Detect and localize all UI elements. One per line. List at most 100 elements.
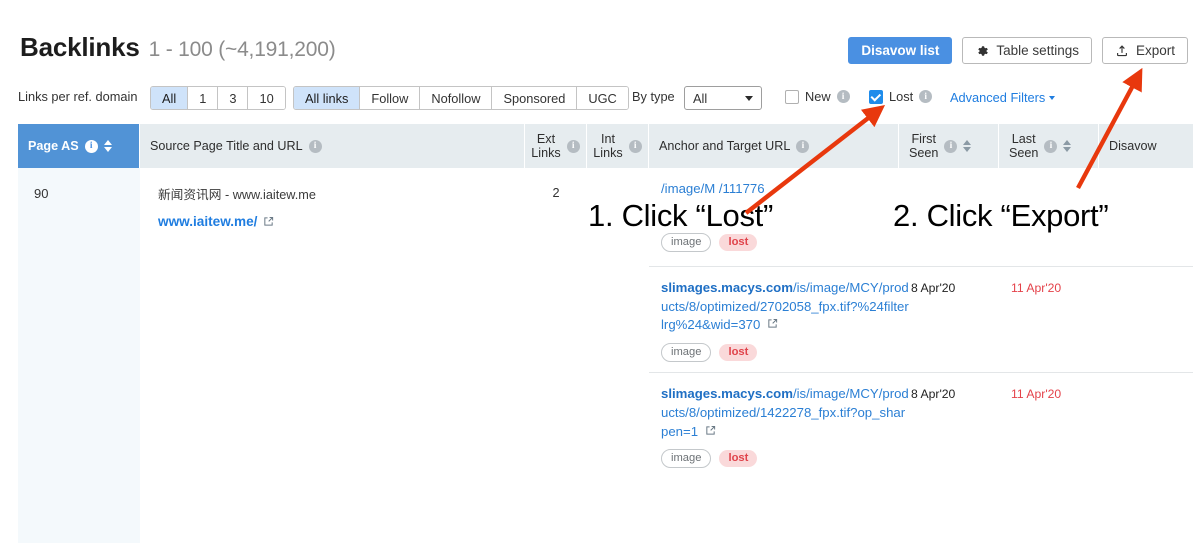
column-header-page-as-label: Page AS bbox=[28, 139, 79, 153]
column-header-last-seen[interactable]: Last Seen i bbox=[999, 124, 1099, 168]
table-settings-button[interactable]: Table settings bbox=[962, 37, 1092, 64]
column-header-first-seen[interactable]: First Seen i bbox=[899, 124, 999, 168]
new-checkbox-box[interactable] bbox=[785, 89, 799, 104]
column-header-ext-links: Ext Links i bbox=[525, 124, 587, 168]
column-header-anchor: Anchor and Target URL i bbox=[649, 124, 899, 168]
cell-source: 新闻资讯网 - www.iaitew.me www.iaitew.me/ bbox=[140, 168, 525, 543]
lost-filter-checkbox[interactable]: Lost i bbox=[869, 89, 933, 104]
table-settings-label: Table settings bbox=[996, 42, 1079, 58]
ext-links-value: 2 bbox=[552, 186, 560, 200]
cell-ext-links: 2 bbox=[525, 168, 587, 543]
filter-bar: Links per ref. domain All 1 3 10 All lin… bbox=[0, 82, 1200, 118]
sort-arrows-icon[interactable] bbox=[103, 140, 112, 152]
external-link-icon[interactable] bbox=[263, 216, 274, 227]
cell-page-as: 90 bbox=[18, 168, 140, 543]
info-icon[interactable]: i bbox=[1044, 139, 1058, 153]
link-type-segmented[interactable]: All links Follow Nofollow Sponsored UGC bbox=[293, 86, 629, 110]
advanced-filters-label: Advanced Filters bbox=[950, 90, 1046, 105]
badge-link-type: image bbox=[661, 232, 712, 252]
header-actions: Disavow list Table settings Export bbox=[848, 37, 1188, 64]
export-label: Export bbox=[1135, 42, 1175, 58]
link-type-option-nofollow[interactable]: Nofollow bbox=[420, 87, 493, 109]
link-type-option-follow[interactable]: Follow bbox=[360, 87, 421, 109]
page-title: Backlinks 1 - 100 (~4,191,200) bbox=[20, 32, 336, 63]
target-url-link[interactable]: /image/M /111776 bbox=[661, 180, 911, 199]
anchor-entry-first-seen: 8 Apr'20 bbox=[911, 281, 956, 295]
upload-icon bbox=[1115, 44, 1129, 58]
anchor-entry-last-seen: 11 Apr'20 bbox=[1011, 281, 1062, 295]
table-header-row: Page AS i Source Page Title and URL i Ex… bbox=[18, 124, 1193, 168]
new-filter-checkbox[interactable]: New i bbox=[785, 89, 850, 104]
info-icon[interactable]: i bbox=[919, 90, 933, 103]
sort-arrows-icon[interactable] bbox=[1063, 140, 1072, 152]
by-type-value: All bbox=[693, 90, 708, 106]
column-header-anchor-label: Anchor and Target URL bbox=[659, 139, 791, 153]
source-page-title: 新闻资讯网 - www.iaitew.me bbox=[158, 188, 316, 202]
target-url-domain: slimages.macys.com bbox=[661, 386, 793, 402]
info-icon[interactable]: i bbox=[84, 139, 98, 153]
lost-checkbox-box[interactable] bbox=[869, 89, 883, 104]
chevron-down-icon bbox=[1049, 95, 1056, 100]
by-type-select[interactable]: All bbox=[684, 86, 762, 110]
anchor-entry-first-seen: 8 Apr'20 bbox=[911, 387, 956, 402]
badge-status: lost bbox=[719, 344, 758, 362]
disavow-list-button[interactable]: Disavow list bbox=[848, 37, 953, 64]
badge-link-type: image bbox=[661, 343, 712, 363]
links-per-domain-label: Links per ref. domain bbox=[18, 89, 138, 104]
info-icon[interactable]: i bbox=[944, 139, 958, 153]
links-per-domain-segmented[interactable]: All 1 3 10 bbox=[150, 86, 286, 110]
column-header-int-links-label: Int Links bbox=[593, 131, 623, 160]
page-as-value: 90 bbox=[34, 186, 49, 201]
anchor-entry-badges: image lost bbox=[661, 343, 911, 363]
column-header-source: Source Page Title and URL i bbox=[140, 124, 525, 168]
links-per-domain-option-1[interactable]: 1 bbox=[188, 87, 219, 109]
sort-arrows-icon[interactable] bbox=[963, 140, 972, 152]
column-header-disavow-label: Disavow bbox=[1109, 139, 1157, 153]
column-header-first-seen-label: First Seen bbox=[909, 131, 939, 160]
new-checkbox-label: New bbox=[805, 89, 831, 104]
anchor-entry: slimages.macys.com/is/image/MCY/products… bbox=[649, 372, 1193, 478]
anchor-entry-main: slimages.macys.com/is/image/MCY/products… bbox=[661, 385, 911, 469]
links-per-domain-option-10[interactable]: 10 bbox=[248, 87, 285, 109]
anchor-entry-main: slimages.macys.com/is/image/MCY/products… bbox=[661, 279, 911, 363]
disavow-list-label: Disavow list bbox=[861, 42, 940, 58]
link-type-option-sponsored[interactable]: Sponsored bbox=[492, 87, 578, 109]
links-per-domain-option-3[interactable]: 3 bbox=[218, 87, 249, 109]
export-button[interactable]: Export bbox=[1101, 37, 1188, 64]
external-link-icon[interactable] bbox=[767, 318, 778, 329]
links-per-domain-option-all[interactable]: All bbox=[151, 87, 189, 109]
anchor-entry-badges: image lost bbox=[661, 232, 911, 252]
target-url-path: /image/M /111776 bbox=[661, 181, 765, 196]
page-title-main: Backlinks bbox=[20, 32, 140, 62]
column-header-int-links: Int Links i bbox=[587, 124, 649, 168]
advanced-filters-link[interactable]: Advanced Filters bbox=[950, 90, 1056, 105]
info-icon[interactable]: i bbox=[796, 139, 810, 153]
annotation-step-2: 2. Click “Export” bbox=[893, 198, 1109, 233]
column-header-ext-links-label: Ext Links bbox=[531, 131, 561, 160]
badge-status: lost bbox=[719, 450, 758, 468]
info-icon[interactable]: i bbox=[308, 139, 322, 153]
column-header-disavow: Disavow bbox=[1099, 124, 1193, 168]
source-page-url-link[interactable]: www.iaitew.me/ bbox=[158, 214, 274, 229]
target-url-link[interactable]: slimages.macys.com/is/image/MCY/products… bbox=[661, 385, 911, 441]
external-link-icon[interactable] bbox=[705, 425, 716, 436]
link-type-option-all-links[interactable]: All links bbox=[294, 87, 361, 109]
target-url-link[interactable]: slimages.macys.com/is/image/MCY/products… bbox=[661, 279, 911, 335]
link-type-option-ugc[interactable]: UGC bbox=[577, 87, 628, 109]
anchor-entry-last-seen: 11 Apr'20 bbox=[1011, 387, 1062, 402]
column-header-source-label: Source Page Title and URL bbox=[150, 139, 303, 153]
backlinks-page: Backlinks 1 - 100 (~4,191,200) Disavow l… bbox=[0, 0, 1200, 543]
anchor-entry-badges: image lost bbox=[661, 449, 911, 469]
lost-checkbox-label: Lost bbox=[889, 89, 914, 104]
info-icon[interactable]: i bbox=[566, 139, 580, 153]
backlinks-table: Page AS i Source Page Title and URL i Ex… bbox=[18, 124, 1193, 543]
info-icon[interactable]: i bbox=[628, 139, 642, 153]
annotation-step-1: 1. Click “Lost” bbox=[588, 198, 773, 233]
column-header-page-as[interactable]: Page AS i bbox=[18, 124, 140, 168]
badge-status: lost bbox=[719, 233, 758, 251]
info-icon[interactable]: i bbox=[836, 90, 850, 103]
page-title-count: 1 - 100 (~4,191,200) bbox=[148, 38, 336, 61]
gear-icon bbox=[975, 44, 989, 58]
chevron-down-icon bbox=[745, 95, 753, 101]
badge-link-type: image bbox=[661, 449, 712, 469]
